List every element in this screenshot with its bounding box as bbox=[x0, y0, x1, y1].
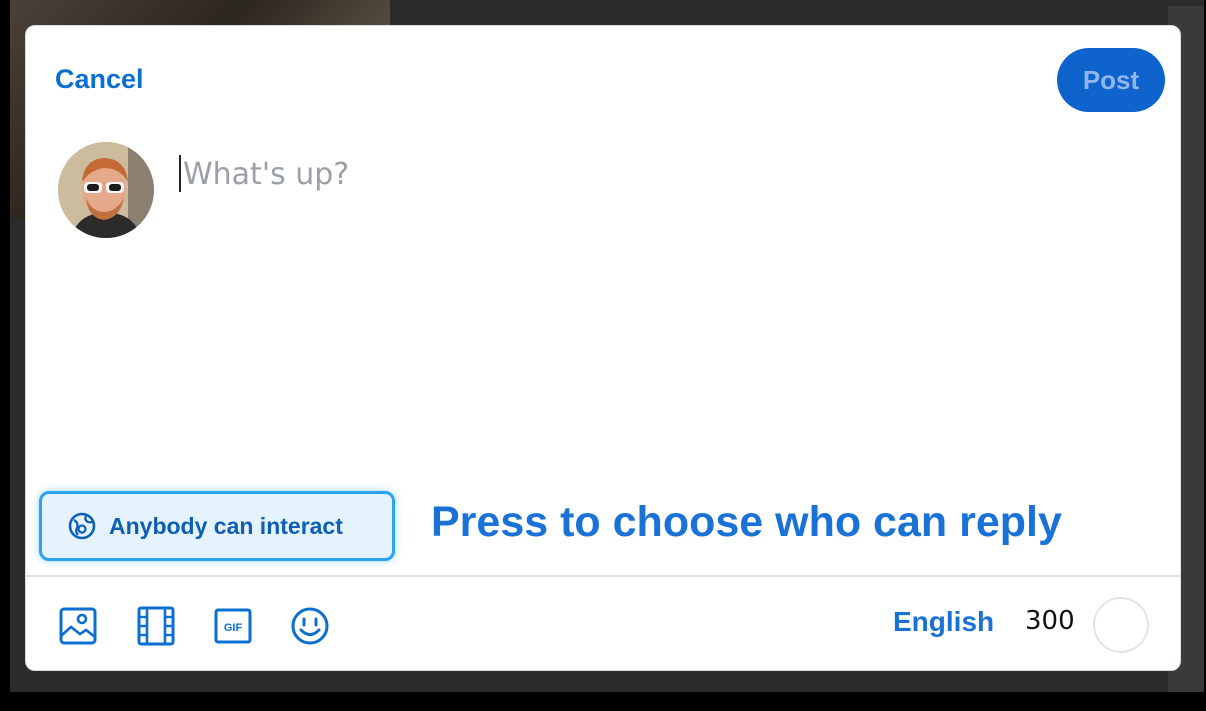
reply-settings-hint: Press to choose who can reply bbox=[431, 498, 1062, 546]
emoji-icon[interactable] bbox=[290, 604, 330, 648]
globe-person-icon bbox=[68, 512, 96, 540]
who-can-interact-button[interactable]: Anybody can interact bbox=[39, 491, 395, 561]
who-can-interact-label: Anybody can interact bbox=[109, 512, 343, 539]
video-icon[interactable] bbox=[136, 604, 176, 648]
post-text-input[interactable] bbox=[181, 148, 1135, 200]
toolbar-divider bbox=[26, 575, 1180, 577]
image-icon[interactable] bbox=[58, 604, 98, 648]
avatar bbox=[58, 142, 154, 238]
character-progress-ring bbox=[1093, 597, 1149, 653]
post-button[interactable]: Post bbox=[1057, 48, 1165, 112]
gif-icon[interactable]: GIF bbox=[213, 604, 253, 648]
post-composer-dialog: Cancel Post Anybody can interact Press t… bbox=[25, 25, 1181, 671]
language-selector[interactable]: English bbox=[893, 606, 994, 638]
character-count: 300 bbox=[1025, 606, 1075, 636]
gif-icon-text: GIF bbox=[224, 622, 243, 634]
avatar-photo bbox=[58, 142, 154, 238]
cancel-button[interactable]: Cancel bbox=[55, 64, 144, 95]
